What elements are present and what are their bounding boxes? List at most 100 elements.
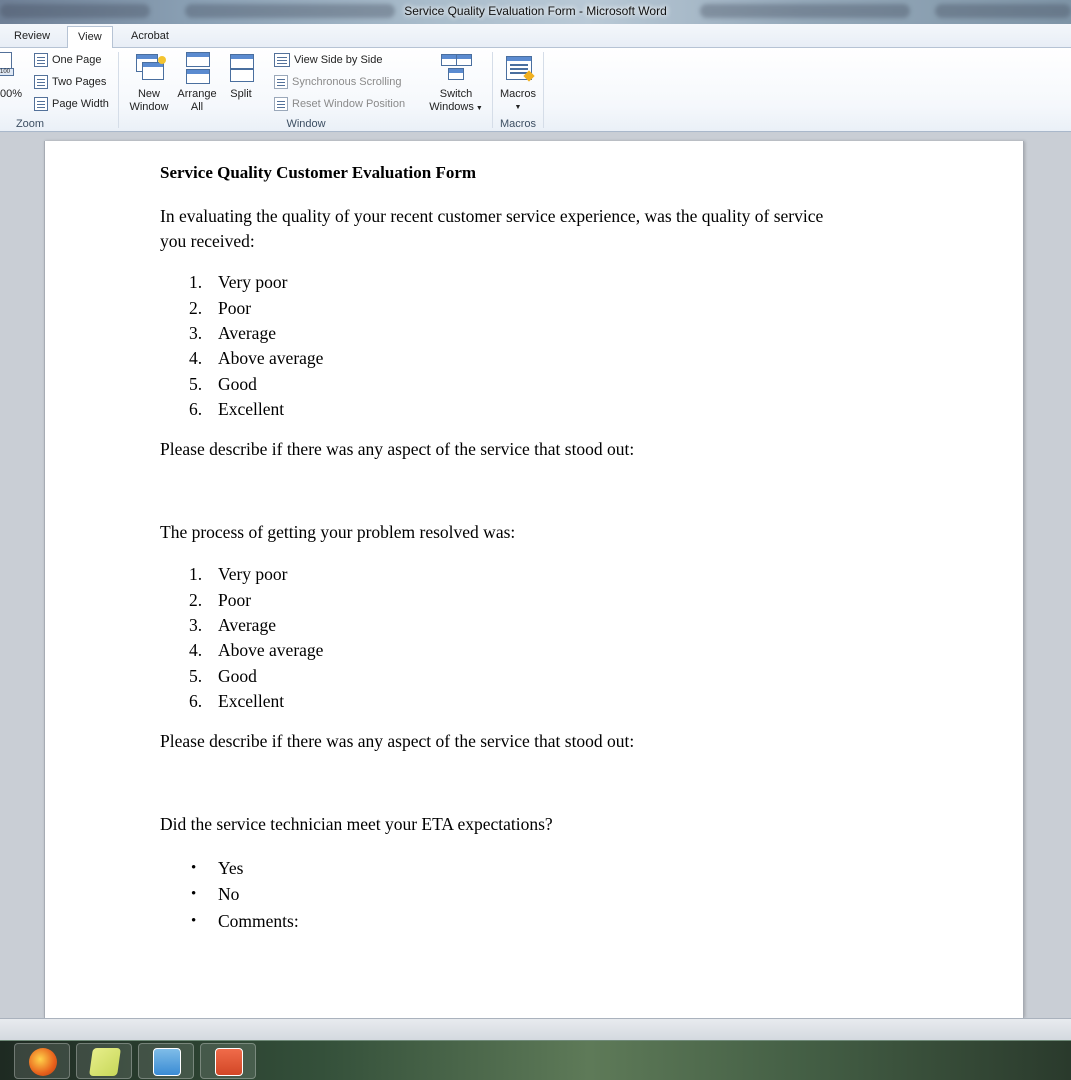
list-number: 6. (189, 399, 203, 419)
list-number: 5. (189, 666, 203, 686)
switch-windows-button[interactable]: Switch Windows ▼ (424, 52, 488, 115)
tab-review[interactable]: Review (4, 26, 60, 48)
list-label: Excellent (218, 691, 285, 711)
split-label: Split (230, 88, 252, 100)
switch-windows-label-2: Windows (429, 101, 474, 113)
list-number: 1. (189, 272, 203, 292)
group-separator (543, 52, 544, 128)
firefox-icon (29, 1048, 57, 1076)
question-1-describe: Please describe if there was any aspect … (160, 439, 635, 459)
reset-window-position-button[interactable]: Reset Window Position (274, 95, 405, 113)
list-number: 4. (189, 348, 203, 368)
list-number: 2. (189, 298, 203, 318)
new-window-icon (134, 52, 166, 84)
arrange-all-label-2: All (190, 101, 204, 113)
group-separator (118, 52, 119, 128)
dropdown-arrow-icon: ▼ (514, 104, 522, 111)
tab-view[interactable]: View (67, 26, 113, 49)
taskbar-sticky-notes-button[interactable] (76, 1043, 132, 1079)
question-1-line-1: In evaluating the quality of your recent… (160, 206, 824, 226)
zoom-100-icon[interactable]: 100 (0, 52, 20, 78)
document-title: Service Quality Customer Evaluation Form (160, 163, 477, 182)
reset-window-position-icon (274, 97, 288, 111)
page-width-button[interactable]: Page Width (34, 95, 109, 113)
synchronous-scrolling-icon (274, 75, 288, 89)
two-pages-icon (34, 75, 48, 89)
macros-button[interactable]: Macros ▼ (496, 52, 540, 114)
list-number: 5. (189, 374, 203, 394)
one-page-icon (34, 53, 48, 67)
taskbar-firefox-button[interactable] (14, 1043, 70, 1079)
switch-windows-icon (441, 52, 472, 84)
arrange-all-button[interactable]: Arrange All (174, 52, 220, 114)
list-number: 3. (189, 323, 203, 343)
switch-windows-label-1: Switch (439, 88, 473, 100)
split-icon (226, 52, 256, 84)
sticky-notes-icon (89, 1048, 121, 1076)
bullet-icon: • (191, 860, 197, 876)
list-number: 1. (189, 564, 203, 584)
list-label: Very poor (218, 272, 288, 292)
view-side-by-side-label: View Side by Side (294, 54, 383, 66)
page-width-label: Page Width (52, 98, 109, 110)
view-side-by-side-button[interactable]: View Side by Side (274, 51, 382, 69)
lync-icon (153, 1048, 181, 1076)
reset-window-position-label: Reset Window Position (292, 98, 406, 110)
split-button[interactable]: Split (222, 52, 260, 101)
list-label: Poor (218, 590, 252, 610)
new-window-label-1: New (137, 88, 160, 100)
bullet-icon: • (191, 913, 197, 929)
list-number: 6. (189, 691, 203, 711)
ribbon: 100 00% One Page Two Pages Page Width Zo… (0, 48, 1071, 132)
list-label: Average (218, 615, 276, 635)
list-label: Excellent (218, 399, 285, 419)
macros-label: Macros (499, 88, 537, 100)
new-window-button[interactable]: New Window (126, 52, 172, 114)
list-label: Very poor (218, 564, 288, 584)
page-width-icon (34, 97, 48, 111)
list-label: Poor (218, 298, 252, 318)
one-page-button[interactable]: One Page (34, 51, 102, 69)
taskbar-lync-button[interactable] (138, 1043, 194, 1079)
list-number: 2. (189, 590, 203, 610)
arrange-all-label-1: Arrange (177, 88, 217, 100)
macros-icon (503, 52, 535, 84)
taskbar (0, 1040, 1071, 1080)
list-label: No (218, 884, 240, 904)
list-number: 3. (189, 615, 203, 635)
group-separator (492, 52, 493, 128)
view-side-by-side-icon (274, 53, 290, 67)
list-label: Good (218, 374, 257, 394)
zoom-group-label: Zoom (15, 118, 45, 130)
arrange-all-icon (182, 52, 212, 84)
title-bar: Service Quality Evaluation Form - Micros… (0, 0, 1071, 24)
synchronous-scrolling-label: Synchronous Scrolling (292, 76, 402, 88)
ribbon-tab-bar: Review View Acrobat (0, 24, 1071, 49)
dropdown-arrow-icon: ▼ (473, 105, 483, 112)
bullet-icon: • (191, 886, 197, 902)
new-window-label-2: Window (129, 101, 169, 113)
macros-group-label: Macros (499, 118, 537, 130)
one-page-label: One Page (52, 54, 102, 66)
powerpoint-icon (215, 1048, 243, 1076)
question-1-text: In evaluating the quality of your recent… (160, 204, 823, 254)
list-label: Average (218, 323, 276, 343)
window-group-label: Window (286, 118, 326, 130)
list-label: Yes (218, 858, 244, 878)
taskbar-powerpoint-button[interactable] (200, 1043, 256, 1079)
window-title: Service Quality Evaluation Form - Micros… (404, 4, 667, 18)
question-1-line-2: you received: (160, 231, 255, 251)
tab-acrobat[interactable]: Acrobat (121, 26, 179, 48)
list-number: 4. (189, 640, 203, 660)
two-pages-label: Two Pages (52, 76, 107, 88)
list-label: Above average (218, 640, 324, 660)
list-label: Good (218, 666, 257, 686)
document-page[interactable]: Service Quality Customer Evaluation Form… (44, 141, 1024, 1018)
question-2-describe: Please describe if there was any aspect … (160, 731, 635, 751)
question-3-text: Did the service technician meet your ETA… (160, 814, 553, 834)
zoom-100-button[interactable]: 00% (0, 88, 22, 100)
question-2-text: The process of getting your problem reso… (160, 522, 516, 542)
synchronous-scrolling-button[interactable]: Synchronous Scrolling (274, 73, 401, 91)
horizontal-scrollbar[interactable] (0, 1018, 1071, 1040)
two-pages-button[interactable]: Two Pages (34, 73, 106, 91)
